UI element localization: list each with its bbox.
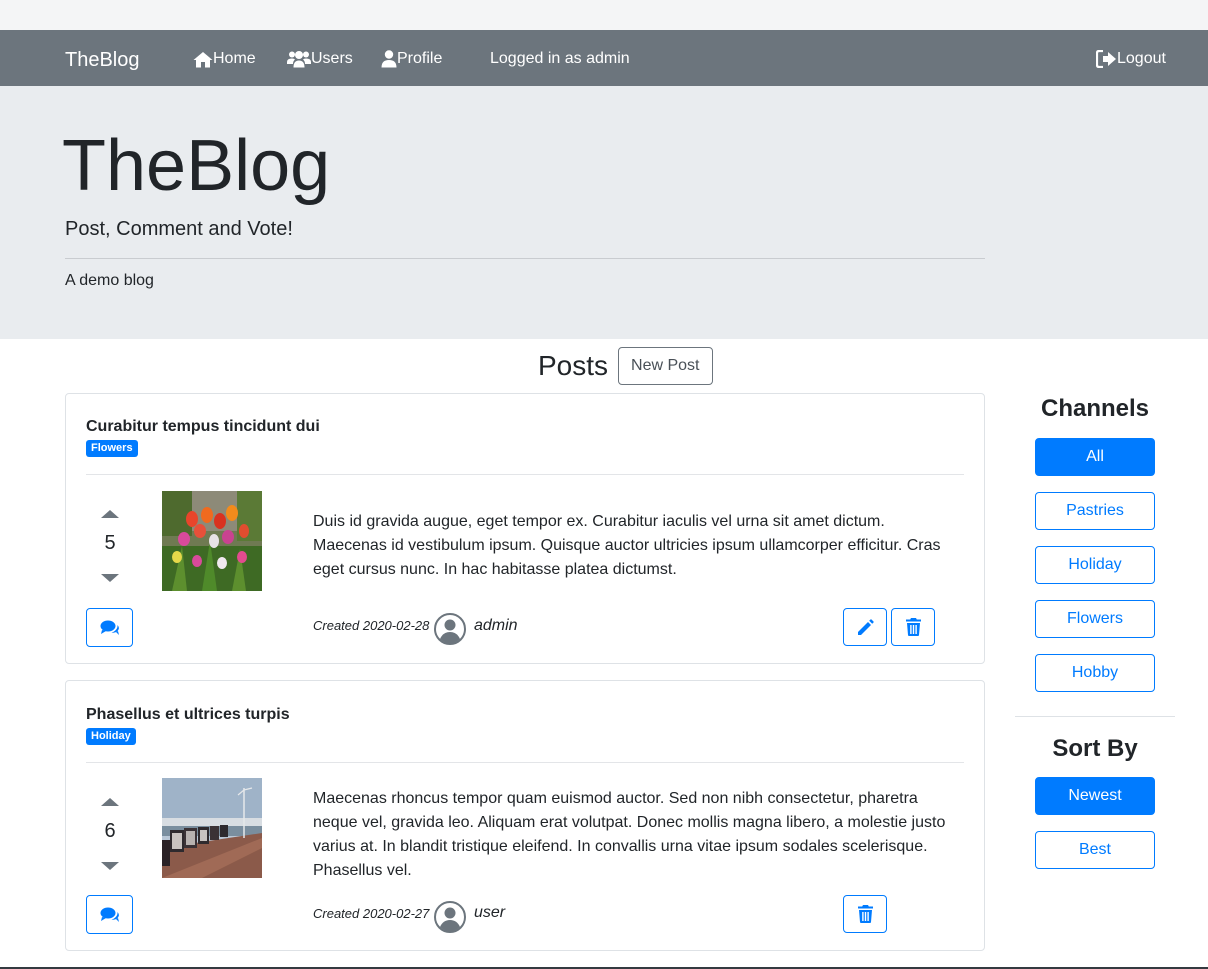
jumbotron-description: A demo blog (65, 272, 154, 289)
edit-post-button[interactable] (843, 608, 887, 646)
post-title[interactable]: Phasellus et ultrices turpis (86, 705, 290, 725)
navbar-brand[interactable]: TheBlog (65, 48, 140, 72)
trash-icon (857, 905, 873, 923)
nav-profile-label: Profile (397, 50, 443, 67)
channels-title: Channels (1040, 395, 1150, 422)
sort-button-newest[interactable]: Newest (1035, 777, 1155, 815)
jumbotron-lead: Post, Comment and Vote! (65, 218, 293, 240)
downvote-icon[interactable] (99, 859, 121, 873)
post-divider (86, 762, 964, 763)
post-body: Duis id gravida augue, eget tempor ex. C… (313, 513, 941, 578)
channel-button-flowers[interactable]: Flowers (1035, 600, 1155, 638)
sidebar-divider (1015, 716, 1175, 717)
nav-profile-link[interactable]: Profile (381, 49, 442, 69)
post-divider (86, 474, 964, 475)
comments-icon (100, 620, 119, 635)
home-icon (193, 51, 213, 67)
comments-button[interactable] (86, 895, 133, 934)
pencil-icon (857, 618, 874, 635)
jumbotron-title: TheBlog (62, 126, 331, 206)
logout-icon (1096, 50, 1116, 68)
vote-count: 6 (104, 820, 116, 842)
nav-users-link[interactable]: Users (287, 49, 353, 69)
upvote-icon[interactable] (99, 795, 121, 809)
jumbotron-divider (65, 258, 985, 259)
trash-icon (905, 618, 921, 636)
nav-logout-label: Logout (1117, 50, 1166, 67)
post-author[interactable]: admin (474, 616, 518, 636)
post-channel-badge: Flowers (86, 440, 138, 457)
channel-button-holiday[interactable]: Holiday (1035, 546, 1155, 584)
post-body: Maecenas rhoncus tempor quam euismod auc… (313, 790, 946, 879)
post-card: Curabitur tempus tincidunt dui Flowers 5 (65, 393, 985, 664)
posts-header: Posts New Post (538, 347, 713, 385)
sort-button-best[interactable]: Best (1035, 831, 1155, 869)
sort-title: Sort By (1052, 735, 1138, 762)
post-created-date: Created 2020-02-27 (313, 906, 430, 921)
delete-post-button[interactable] (843, 895, 887, 933)
navbar: TheBlog Home Users Profile Logged in as … (0, 30, 1208, 86)
channel-button-all[interactable]: All (1035, 438, 1155, 476)
jumbotron: TheBlog Post, Comment and Vote! A demo b… (0, 86, 1208, 339)
users-icon (287, 51, 311, 68)
post-title[interactable]: Curabitur tempus tincidunt dui (86, 417, 320, 437)
channel-button-pastries[interactable]: Pastries (1035, 492, 1155, 530)
user-icon (381, 50, 397, 68)
comments-button[interactable] (86, 608, 133, 647)
nav-logout-link[interactable]: Logout (1096, 49, 1166, 69)
post-channel-badge: Holiday (86, 728, 136, 745)
channel-button-hobby[interactable]: Hobby (1035, 654, 1155, 692)
author-avatar-icon (434, 613, 466, 645)
post-author[interactable]: user (474, 903, 505, 923)
author-avatar-icon (434, 901, 466, 933)
browser-top-strip (0, 0, 1208, 30)
downvote-icon[interactable] (99, 571, 121, 585)
delete-post-button[interactable] (891, 608, 935, 646)
comments-icon (100, 907, 119, 922)
posts-title: Posts (538, 350, 609, 381)
new-post-button[interactable]: New Post (618, 347, 713, 385)
upvote-icon[interactable] (99, 507, 121, 521)
post-created-date: Created 2020-02-28 (313, 618, 430, 633)
logged-in-status: Logged in as admin (490, 50, 630, 67)
nav-home-link[interactable]: Home (193, 49, 256, 69)
post-card: Phasellus et ultrices turpis Holiday 6 M… (65, 680, 985, 951)
post-image-tulips (162, 491, 262, 591)
nav-users-label: Users (311, 50, 353, 67)
vote-count: 5 (104, 532, 116, 554)
post-image-beach-chairs (162, 778, 262, 878)
nav-home-label: Home (213, 50, 256, 67)
